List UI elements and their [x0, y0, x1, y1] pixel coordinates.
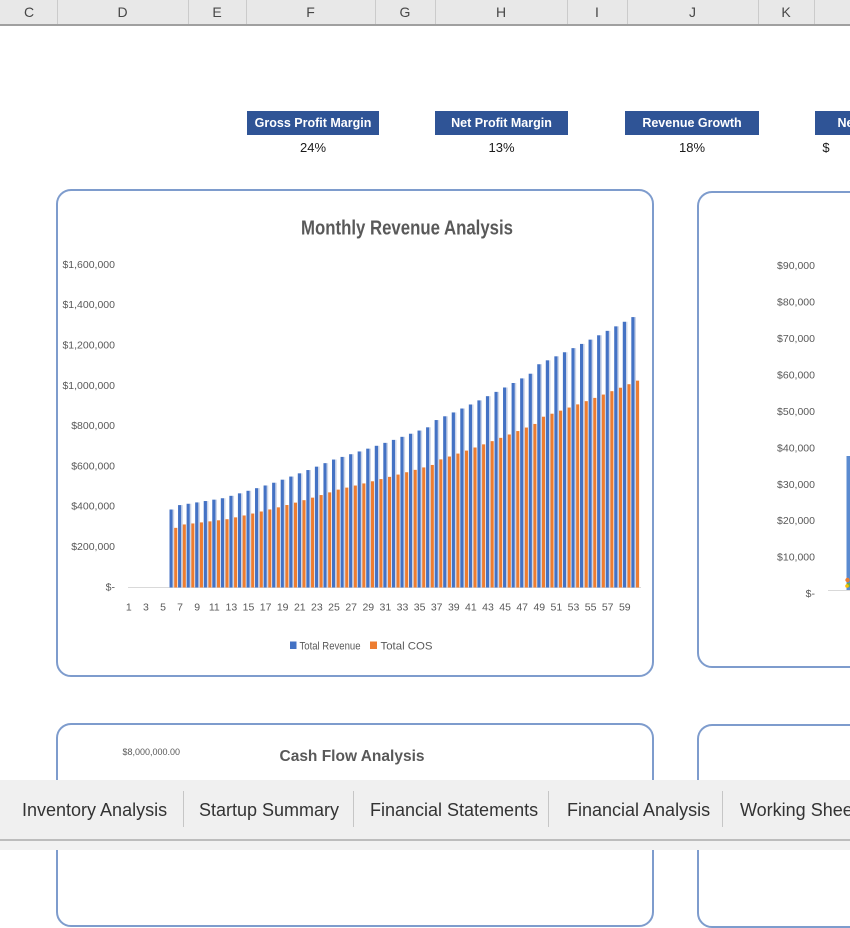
svg-text:3: 3 [143, 602, 149, 614]
svg-text:$30,000: $30,000 [777, 479, 815, 491]
svg-text:17: 17 [260, 602, 272, 614]
svg-text:13: 13 [226, 602, 238, 614]
svg-text:$-: $- [806, 588, 816, 600]
svg-text:$70,000: $70,000 [777, 333, 815, 345]
svg-text:19: 19 [277, 602, 289, 614]
svg-text:$200,000: $200,000 [71, 541, 115, 553]
svg-text:45: 45 [499, 602, 511, 614]
svg-text:$1,200,000: $1,200,000 [62, 340, 115, 352]
svg-text:27: 27 [345, 602, 357, 614]
svg-text:1: 1 [126, 602, 132, 614]
svg-text:$20,000: $20,000 [777, 515, 815, 527]
svg-text:23: 23 [311, 602, 323, 614]
svg-text:35: 35 [414, 602, 426, 614]
svg-text:51: 51 [551, 602, 563, 614]
svg-text:Total COS: Total COS [381, 641, 433, 653]
svg-text:53: 53 [568, 602, 580, 614]
svg-text:Total Revenue: Total Revenue [300, 641, 361, 653]
svg-text:7: 7 [177, 602, 183, 614]
svg-text:$90,000: $90,000 [777, 260, 815, 272]
svg-text:5: 5 [160, 602, 166, 614]
svg-text:29: 29 [362, 602, 374, 614]
svg-text:47: 47 [516, 602, 528, 614]
svg-text:39: 39 [448, 602, 460, 614]
svg-text:$1,600,000: $1,600,000 [62, 259, 115, 271]
svg-text:9: 9 [194, 602, 200, 614]
svg-text:11: 11 [209, 602, 220, 614]
svg-text:49: 49 [533, 602, 545, 614]
svg-text:15: 15 [243, 602, 255, 614]
svg-text:25: 25 [328, 602, 340, 614]
svg-text:$80,000: $80,000 [777, 297, 815, 309]
svg-text:$40,000: $40,000 [777, 442, 815, 454]
svg-text:41: 41 [465, 602, 477, 614]
svg-text:55: 55 [585, 602, 597, 614]
svg-text:$1,000,000: $1,000,000 [62, 380, 115, 392]
svg-text:$400,000: $400,000 [71, 501, 115, 513]
svg-text:$800,000: $800,000 [71, 420, 115, 432]
svg-text:57: 57 [602, 602, 614, 614]
svg-text:Monthly Revenue Analysis: Monthly Revenue Analysis [301, 218, 513, 240]
svg-text:33: 33 [397, 602, 409, 614]
svg-text:$600,000: $600,000 [71, 460, 115, 472]
svg-text:$10,000: $10,000 [777, 552, 815, 564]
svg-text:$-: $- [106, 581, 116, 593]
svg-text:$60,000: $60,000 [777, 369, 815, 381]
svg-text:$50,000: $50,000 [777, 406, 815, 418]
svg-text:$1,400,000: $1,400,000 [62, 299, 115, 311]
svg-text:59: 59 [619, 602, 631, 614]
svg-text:43: 43 [482, 602, 494, 614]
svg-text:37: 37 [431, 602, 443, 614]
svg-text:21: 21 [294, 602, 306, 614]
svg-text:31: 31 [380, 602, 392, 614]
